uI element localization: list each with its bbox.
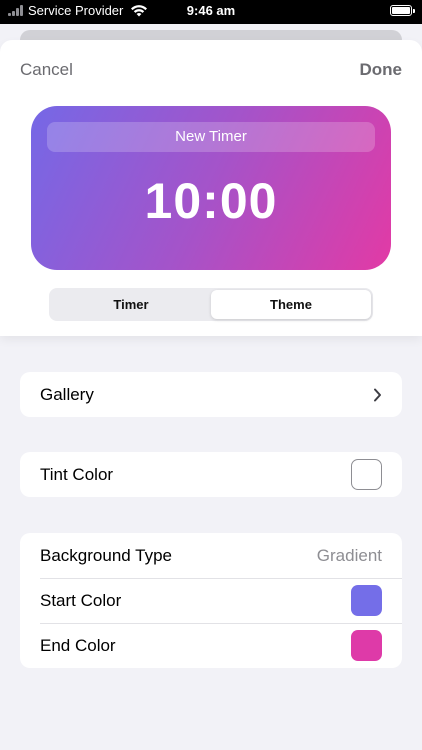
- timer-time-display: 10:00: [144, 173, 278, 229]
- gallery-group: Gallery: [20, 372, 402, 417]
- end-color-label: End Color: [40, 635, 116, 655]
- background-group: Background Type Gradient Start Color End…: [20, 533, 402, 668]
- timer-editor-header: Cancel Done New Timer 10:00 Timer Theme: [0, 40, 422, 336]
- tint-group: Tint Color: [20, 452, 402, 497]
- status-bar: Service Provider 9:46 am: [0, 0, 422, 24]
- end-color-row[interactable]: End Color: [20, 623, 402, 668]
- chevron-right-icon: [374, 388, 381, 401]
- background-type-value: Gradient: [316, 545, 382, 565]
- gallery-label: Gallery: [40, 384, 94, 404]
- mode-segmented-control: Timer Theme: [49, 288, 373, 321]
- timer-name-field[interactable]: New Timer: [47, 122, 375, 152]
- end-color-swatch[interactable]: [351, 630, 382, 661]
- background-type-label: Background Type: [40, 545, 172, 565]
- tint-color-label: Tint Color: [40, 464, 114, 484]
- segment-theme[interactable]: Theme: [211, 290, 371, 319]
- timer-preview-card: New Timer 10:00: [31, 106, 391, 270]
- start-color-label: Start Color: [40, 590, 122, 610]
- cancel-button[interactable]: Cancel: [20, 60, 73, 80]
- start-color-swatch[interactable]: [351, 585, 382, 616]
- status-time: 9:46 am: [186, 3, 236, 18]
- start-color-row[interactable]: Start Color: [20, 578, 402, 623]
- background-type-row[interactable]: Background Type Gradient: [20, 533, 402, 578]
- battery-icon: [390, 5, 415, 16]
- tint-color-swatch[interactable]: [351, 459, 382, 490]
- gallery-row[interactable]: Gallery: [20, 372, 402, 417]
- segment-timer[interactable]: Timer: [51, 290, 211, 319]
- tint-color-row[interactable]: Tint Color: [20, 452, 402, 497]
- done-button[interactable]: Done: [360, 60, 403, 80]
